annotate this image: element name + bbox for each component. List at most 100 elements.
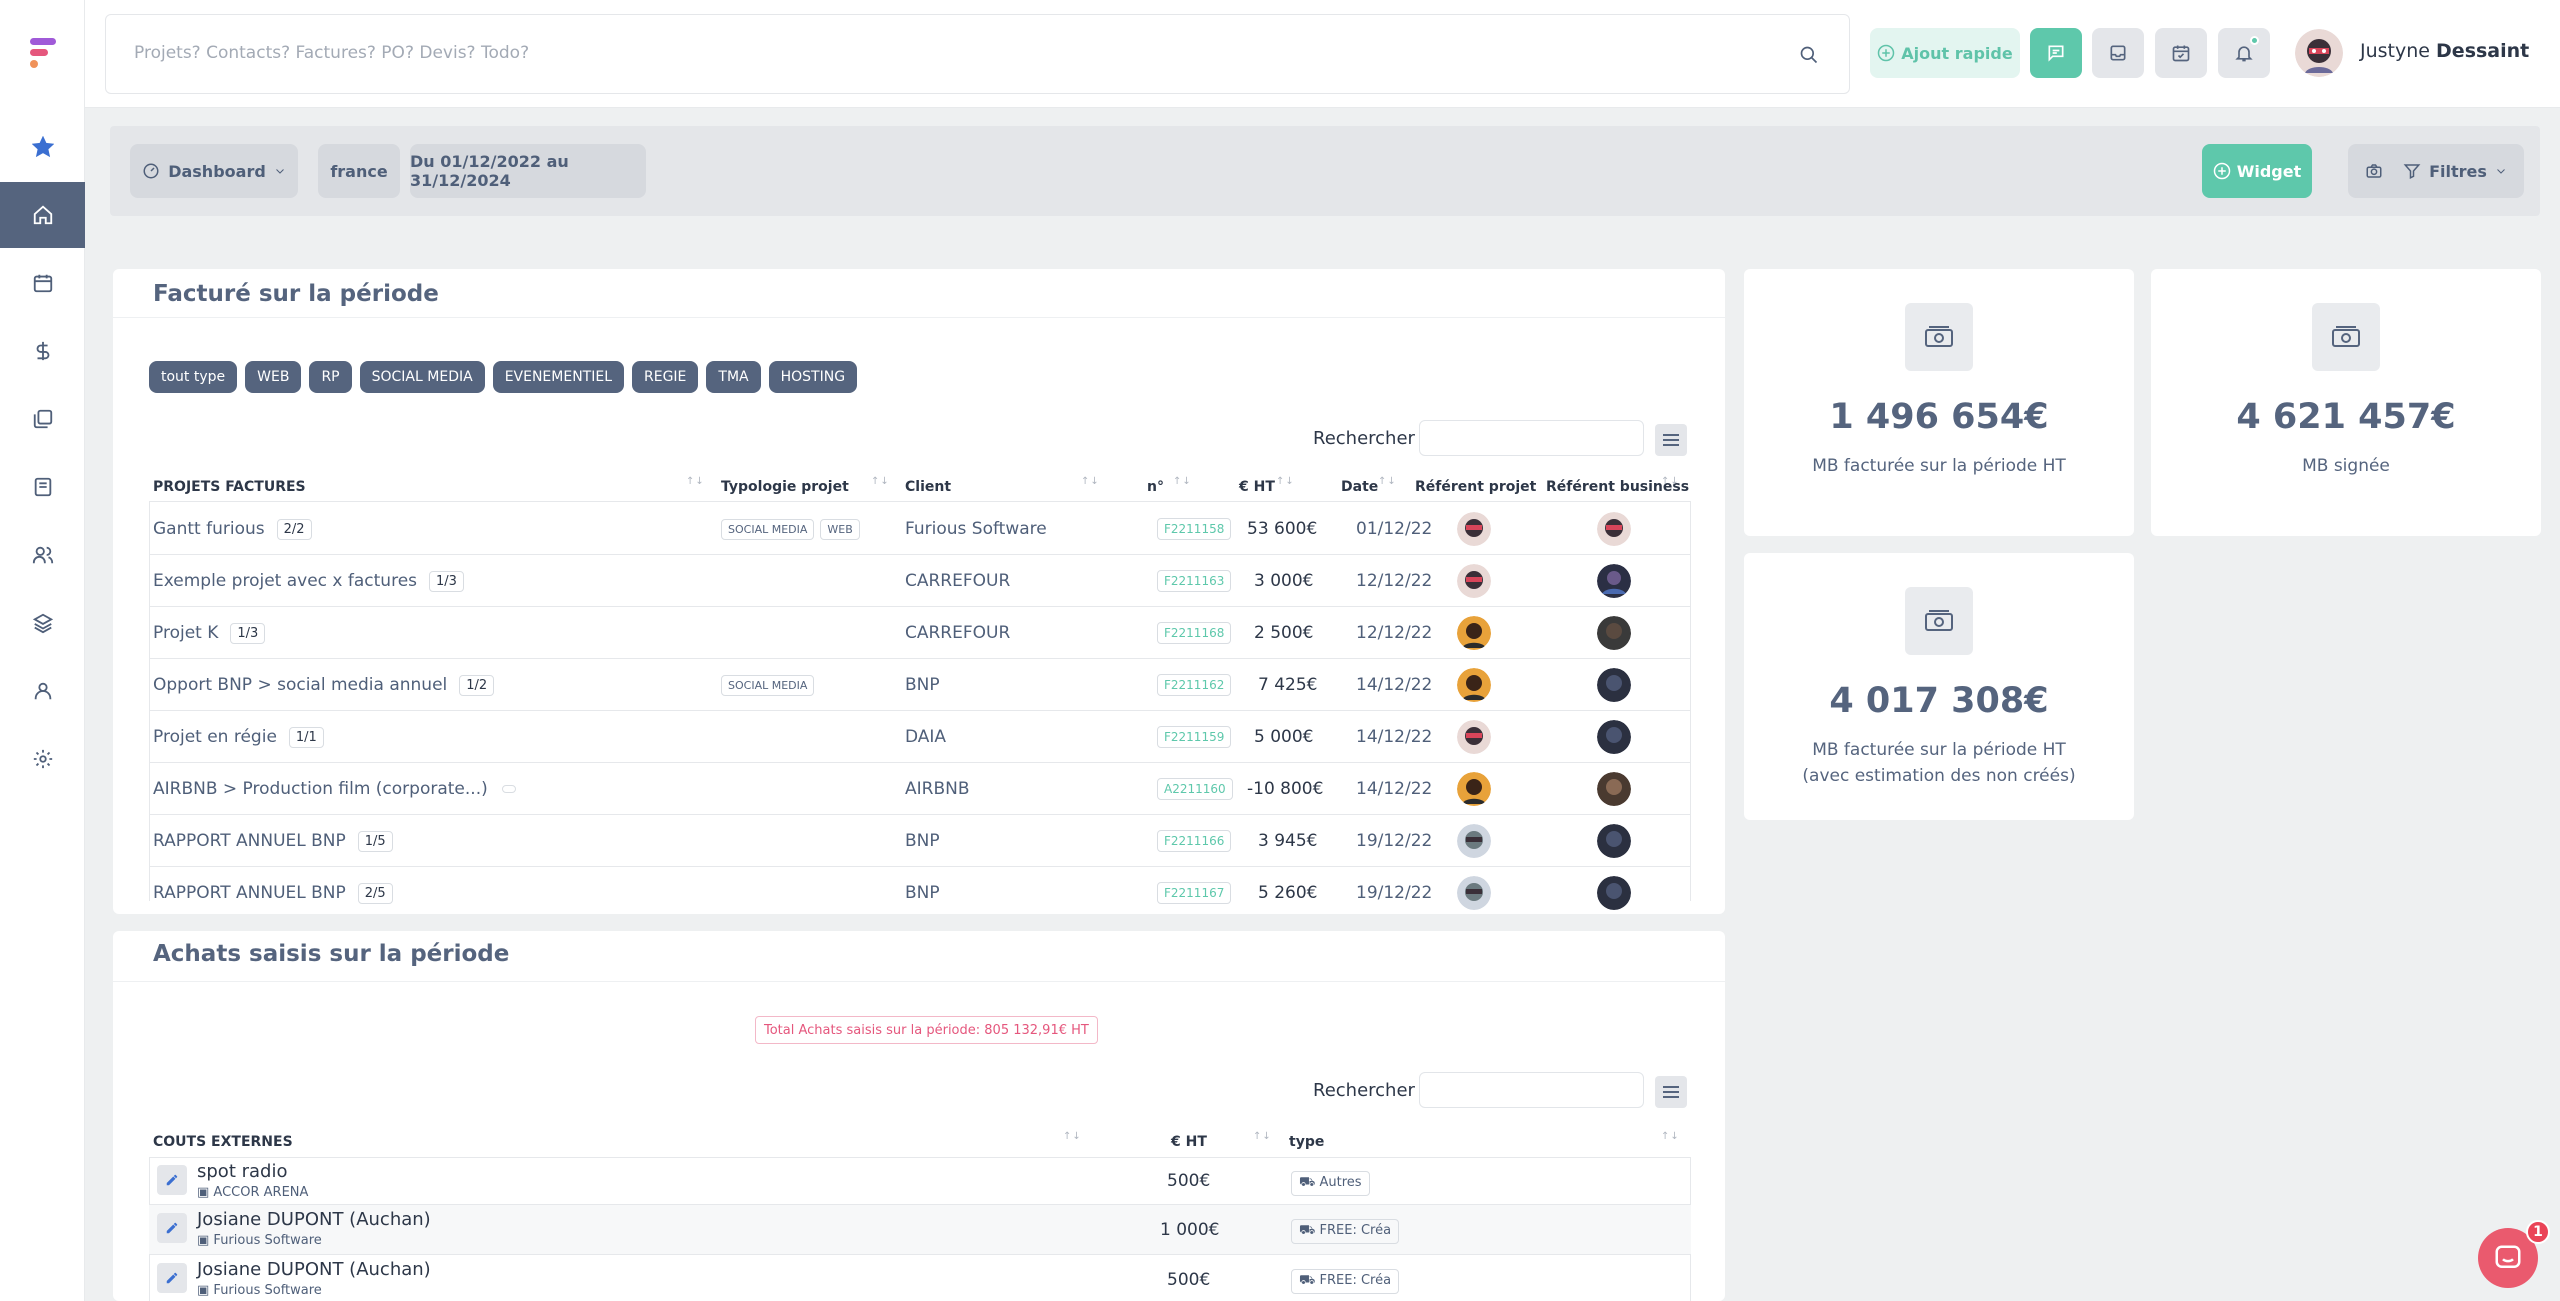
invoice-number[interactable]: F2211159 [1157,726,1232,748]
project-referent[interactable] [1457,503,1491,555]
add-widget-button[interactable]: Widget [2202,144,2312,198]
cost-name[interactable]: Josiane DUPONT (Auchan) [197,1209,431,1230]
table-row[interactable]: Projet en régie 1/1 DAIA F2211159 5 000€ … [149,711,1691,763]
edit-button[interactable] [157,1165,187,1195]
col-couts[interactable]: COUTS EXTERNES [153,1134,293,1150]
client-cell[interactable]: Furious Software [905,503,1047,555]
invoice-number[interactable]: A2211160 [1157,778,1233,800]
project-name[interactable]: Exemple projet avec x factures [153,571,417,591]
col-typologie[interactable]: Typologie projet [721,479,849,495]
project-referent[interactable] [1457,607,1491,659]
dashboard-select[interactable]: Dashboard [130,144,298,198]
business-referent[interactable] [1597,763,1631,815]
table-row[interactable]: RAPPORT ANNUEL BNP 2/5 BNP F2211167 5 260… [149,867,1691,914]
col-type[interactable]: type [1289,1134,1324,1150]
quick-add-button[interactable]: Ajout rapide [1870,28,2020,78]
client-cell[interactable]: BNP [905,815,940,867]
table-search-input[interactable] [1419,420,1644,456]
invoice-number[interactable]: F2211158 [1157,518,1232,540]
table-row[interactable]: Opport BNP > social media annuel 1/2 SOCI… [149,659,1691,711]
table-row[interactable]: Josiane DUPONT (Auchan) ▣ Furious Softwa… [149,1205,1691,1255]
sidebar-item-documents[interactable] [0,386,85,452]
sort-icon[interactable]: ↑↓ [1063,1131,1082,1142]
project-referent[interactable] [1457,763,1491,815]
business-referent[interactable] [1597,555,1631,607]
business-referent[interactable] [1597,711,1631,763]
client-cell[interactable]: DAIA [905,711,946,763]
tag-tma[interactable]: TMA [706,361,761,393]
project-referent[interactable] [1457,867,1491,914]
business-referent[interactable] [1597,607,1631,659]
sort-icon[interactable]: ↑↓ [1081,476,1100,487]
country-filter[interactable]: france [318,144,400,198]
client-cell[interactable]: CARREFOUR [905,607,1010,659]
table-row[interactable]: Projet K 1/3 CARREFOUR F2211168 2 500€ 12… [149,607,1691,659]
business-referent[interactable] [1597,815,1631,867]
col-numero[interactable]: n° [1147,479,1164,495]
cost-name[interactable]: Josiane DUPONT (Auchan) [197,1259,431,1280]
table-row[interactable]: Exemple projet avec x factures 1/3 CARREF… [149,555,1691,607]
col-client[interactable]: Client [905,479,951,495]
table-row[interactable]: AIRBNB > Production film (corporate...) … [149,763,1691,815]
project-referent[interactable] [1457,555,1491,607]
table-search-input[interactable] [1419,1072,1644,1108]
inbox-button[interactable] [2092,28,2144,78]
tag-all[interactable]: tout type [149,361,238,393]
sort-icon[interactable]: ↑↓ [686,476,705,487]
project-name[interactable]: Projet K [153,623,218,643]
tag-regie[interactable]: REGIE [632,361,699,393]
project-referent[interactable] [1457,659,1491,711]
col-referent-projet[interactable]: Référent projet [1415,479,1536,495]
period-filter[interactable]: Du 01/12/2022 au 31/12/2024 [410,144,646,198]
project-name[interactable]: RAPPORT ANNUEL BNP [153,883,346,903]
global-search[interactable]: Projets? Contacts? Factures? PO? Devis? … [105,14,1850,94]
table-row[interactable]: Gantt furious 2/2 SOCIAL MEDIA WEB Furious… [149,503,1691,555]
tag-rp[interactable]: RP [309,361,352,393]
app-logo[interactable] [28,36,60,70]
client-cell[interactable]: AIRBNB [905,763,970,815]
sidebar-item-settings[interactable] [0,726,85,792]
business-referent[interactable] [1597,503,1631,555]
cost-name[interactable]: spot radio [197,1161,287,1182]
invoice-number[interactable]: F2211167 [1157,882,1232,904]
invoice-number[interactable]: F2211166 [1157,830,1232,852]
filters-button[interactable]: Filtres [2386,144,2524,198]
project-name[interactable]: RAPPORT ANNUEL BNP [153,831,346,851]
user-avatar[interactable] [2295,29,2343,77]
client-cell[interactable]: CARREFOUR [905,555,1010,607]
col-date[interactable]: Date [1341,479,1378,495]
project-name[interactable]: AIRBNB > Production film (corporate...) [153,779,488,799]
sort-icon[interactable]: ↑↓ [1378,476,1397,487]
user-name[interactable]: Justyne Dessaint [2360,40,2529,62]
col-ht[interactable]: € HT [1171,1134,1207,1150]
table-row[interactable]: spot radio ▣ ACCOR ARENA 500€ ⛟ Autres [149,1157,1691,1205]
project-name[interactable]: Projet en régie [153,727,277,747]
sort-icon[interactable]: ↑↓ [1173,476,1192,487]
notifications-button[interactable] [2218,28,2270,78]
project-name[interactable]: Opport BNP > social media annuel [153,675,447,695]
sort-icon[interactable]: ↑↓ [1661,1131,1680,1142]
columns-menu-button[interactable] [1655,424,1687,456]
tag-hosting[interactable]: HOSTING [768,361,858,393]
tag-web[interactable]: WEB [245,361,302,393]
calendar-button[interactable] [2155,28,2207,78]
table-row[interactable]: RAPPORT ANNUEL BNP 1/5 BNP F2211166 3 945… [149,815,1691,867]
search-icon[interactable] [1799,45,1819,65]
messages-button[interactable] [2030,28,2082,78]
sidebar-item-calendar[interactable] [0,250,85,316]
edit-button[interactable] [157,1213,187,1243]
sidebar-item-favorites[interactable] [0,114,85,180]
invoice-number[interactable]: F2211163 [1157,570,1232,592]
sidebar-item-user[interactable] [0,658,85,724]
project-referent[interactable] [1457,815,1491,867]
invoice-number[interactable]: F2211162 [1157,674,1232,696]
col-projets[interactable]: PROJETS FACTURES [153,479,306,495]
columns-menu-button[interactable] [1655,1076,1687,1108]
table-row[interactable]: Josiane DUPONT (Auchan) ▣ Furious Softwa… [149,1255,1691,1301]
sidebar-item-invoices[interactable] [0,454,85,520]
sidebar-item-contacts[interactable] [0,522,85,588]
sort-icon[interactable]: ↑↓ [871,476,890,487]
sidebar-item-finance[interactable] [0,318,85,384]
project-referent[interactable] [1457,711,1491,763]
sidebar-item-layers[interactable] [0,590,85,656]
